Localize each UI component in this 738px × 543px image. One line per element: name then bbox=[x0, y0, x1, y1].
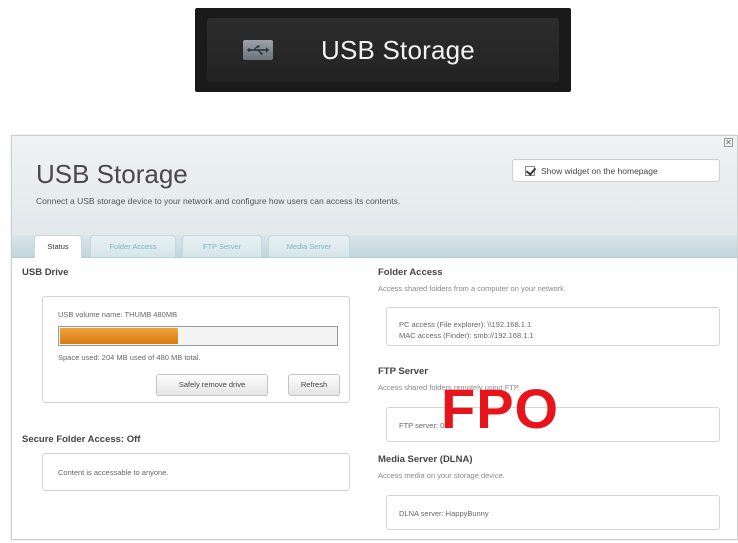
mac-access-text: MAC access (Finder): smb://192.168.1.1 bbox=[399, 331, 534, 340]
tab-ftp-server[interactable]: FTP Server bbox=[182, 235, 262, 257]
usb-icon bbox=[243, 40, 273, 60]
tab-media-server[interactable]: Media Server bbox=[268, 235, 350, 257]
space-used-progress-fill bbox=[60, 328, 179, 344]
safely-remove-drive-button[interactable]: Safely remove drive bbox=[156, 374, 268, 396]
show-widget-toggle[interactable]: Show widget on the homepage bbox=[512, 159, 720, 182]
tab-status[interactable]: Status bbox=[34, 235, 82, 258]
volume-name: USB volume name: THUMB 480MB bbox=[58, 310, 178, 319]
widget-title: USB Storage bbox=[321, 34, 475, 65]
widget-tile-inner: USB Storage bbox=[207, 18, 559, 82]
pc-access-text: PC access (File explorer): \\192.168.1.1 bbox=[399, 320, 532, 329]
ftp-server-text: FTP server: 0 bbox=[399, 421, 445, 430]
page-title: USB Storage bbox=[36, 159, 188, 189]
secure-folder-box: Content is accessable to anyone. bbox=[42, 453, 350, 491]
page-description: Connect a USB storage device to your net… bbox=[36, 196, 401, 206]
folder-access-heading: Folder Access bbox=[378, 267, 443, 278]
space-used-progress bbox=[58, 326, 338, 346]
space-used-text: Space used: 204 MB used of 480 MB total. bbox=[58, 353, 201, 362]
ftp-server-heading: FTP Server bbox=[378, 366, 428, 377]
folder-access-subtext: Access shared folders from a computer on… bbox=[378, 284, 566, 293]
fpo-overlay-label: FPO bbox=[441, 377, 560, 440]
usb-drive-box: USB volume name: THUMB 480MB Space used:… bbox=[42, 296, 350, 403]
tab-bar: Status Folder Access FTP Server Media Se… bbox=[12, 235, 737, 258]
folder-access-box: PC access (File explorer): \\192.168.1.1… bbox=[386, 307, 720, 346]
panel-header: ✕ USB Storage Connect a USB storage devi… bbox=[12, 136, 737, 235]
media-server-heading: Media Server (DLNA) bbox=[378, 454, 473, 465]
tab-folder-access[interactable]: Folder Access bbox=[90, 235, 176, 257]
media-server-box: DLNA server: HappyBunny bbox=[386, 495, 720, 530]
refresh-button[interactable]: Refresh bbox=[288, 374, 340, 396]
usb-storage-panel: ✕ USB Storage Connect a USB storage devi… bbox=[11, 135, 738, 540]
media-server-subtext: Access media on your storage device. bbox=[378, 471, 505, 480]
usb-storage-widget[interactable]: USB Storage bbox=[195, 8, 571, 92]
secure-folder-text: Content is accessable to anyone. bbox=[58, 468, 169, 477]
secure-folder-heading: Secure Folder Access: Off bbox=[22, 434, 141, 445]
dlna-server-text: DLNA server: HappyBunny bbox=[399, 509, 489, 518]
show-widget-checkbox[interactable] bbox=[525, 165, 535, 176]
usb-drive-heading: USB Drive bbox=[22, 267, 69, 278]
close-icon[interactable]: ✕ bbox=[724, 138, 733, 147]
show-widget-label: Show widget on the homepage bbox=[541, 165, 658, 176]
